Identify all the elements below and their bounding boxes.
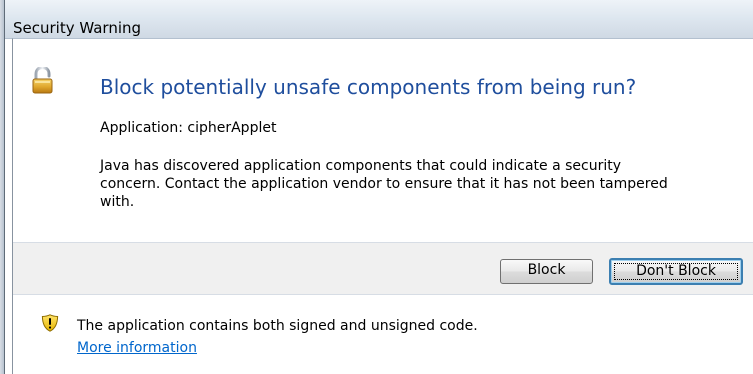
security-description: Java has discovered application componen… [100, 157, 668, 211]
description-line: Java has discovered application componen… [100, 158, 622, 174]
dialog-heading: Block potentially unsafe components from… [100, 75, 637, 99]
description-line: with. [100, 194, 135, 210]
dont-block-button[interactable]: Don't Block [609, 258, 743, 285]
title-bar[interactable]: Security Warning [5, 0, 753, 39]
application-name-line: Application: cipherApplet [100, 120, 277, 136]
window-title: Security Warning [13, 19, 142, 37]
security-warning-dialog: Security Warning Block potentially unsaf… [4, 0, 753, 374]
signed-unsigned-warning: The application contains both signed and… [77, 318, 478, 334]
more-information-link[interactable]: More information [77, 339, 197, 357]
warning-shield-icon [41, 314, 59, 332]
block-button[interactable]: Block [500, 259, 593, 284]
unlocked-padlock-icon [32, 67, 53, 94]
description-line: concern. Contact the application vendor … [100, 176, 668, 192]
